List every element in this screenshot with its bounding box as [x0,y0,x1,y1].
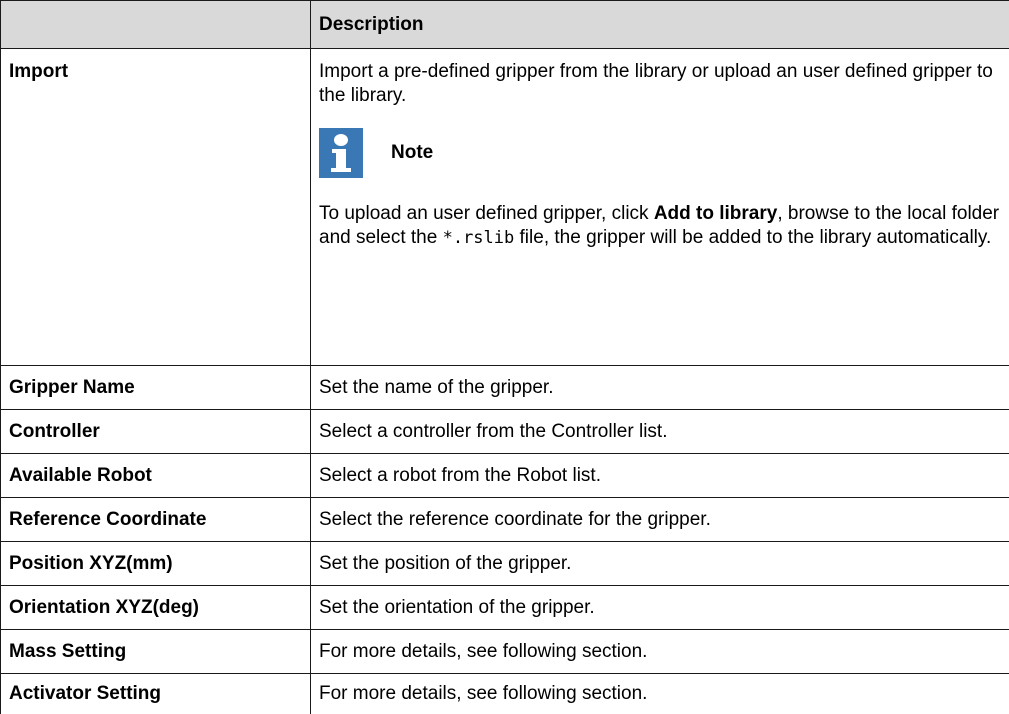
table-row: Controller Select a controller from the … [1,410,1009,454]
description-available-robot: Select a robot from the Robot list. [311,454,1009,498]
import-description-text: Import a pre-defined gripper from the li… [319,60,1001,108]
info-icon [319,128,363,178]
description-reference-coordinate: Select the reference coordinate for the … [311,498,1009,542]
table-row: Reference Coordinate Select the referenc… [1,498,1009,542]
description-orientation-xyz: Set the orientation of the gripper. [311,586,1009,630]
parameter-table: Description Import Import a pre-defined … [0,0,1009,714]
description-controller: Select a controller from the Controller … [311,410,1009,454]
header-term-cell [1,1,311,49]
term-activator-setting: Activator Setting [1,674,311,714]
description-gripper-name: Set the name of the gripper. [311,366,1009,410]
note-text-part3: file, the gripper will be added to the l… [514,227,991,248]
term-orientation-xyz: Orientation XYZ(deg) [1,586,311,630]
term-gripper-name: Gripper Name [1,366,311,410]
table-row: Position XYZ(mm) Set the position of the… [1,542,1009,586]
term-import: Import [1,49,311,366]
note-text: To upload an user defined gripper, click… [319,202,1001,250]
term-reference-coordinate: Reference Coordinate [1,498,311,542]
description-mass-setting: For more details, see following section. [311,630,1009,674]
table-row: Gripper Name Set the name of the gripper… [1,366,1009,410]
table-row: Mass Setting For more details, see follo… [1,630,1009,674]
term-position-xyz: Position XYZ(mm) [1,542,311,586]
note-text-part1: To upload an user defined gripper, click [319,203,654,224]
description-position-xyz: Set the position of the gripper. [311,542,1009,586]
table-row: Available Robot Select a robot from the … [1,454,1009,498]
term-available-robot: Available Robot [1,454,311,498]
table-header-row: Description [1,1,1009,49]
description-import: Import a pre-defined gripper from the li… [311,49,1009,366]
header-description-cell: Description [311,1,1009,49]
description-activator-setting: For more details, see following section. [311,674,1009,714]
term-controller: Controller [1,410,311,454]
table-row-import: Import Import a pre-defined gripper from… [1,49,1009,366]
note-label: Note [391,141,433,165]
table-row: Orientation XYZ(deg) Set the orientation… [1,586,1009,630]
table-row: Activator Setting For more details, see … [1,674,1009,714]
term-mass-setting: Mass Setting [1,630,311,674]
add-to-library-reference: Add to library [654,203,778,224]
file-extension-code: *.rslib [443,228,515,248]
note-callout: Note [319,128,1001,178]
